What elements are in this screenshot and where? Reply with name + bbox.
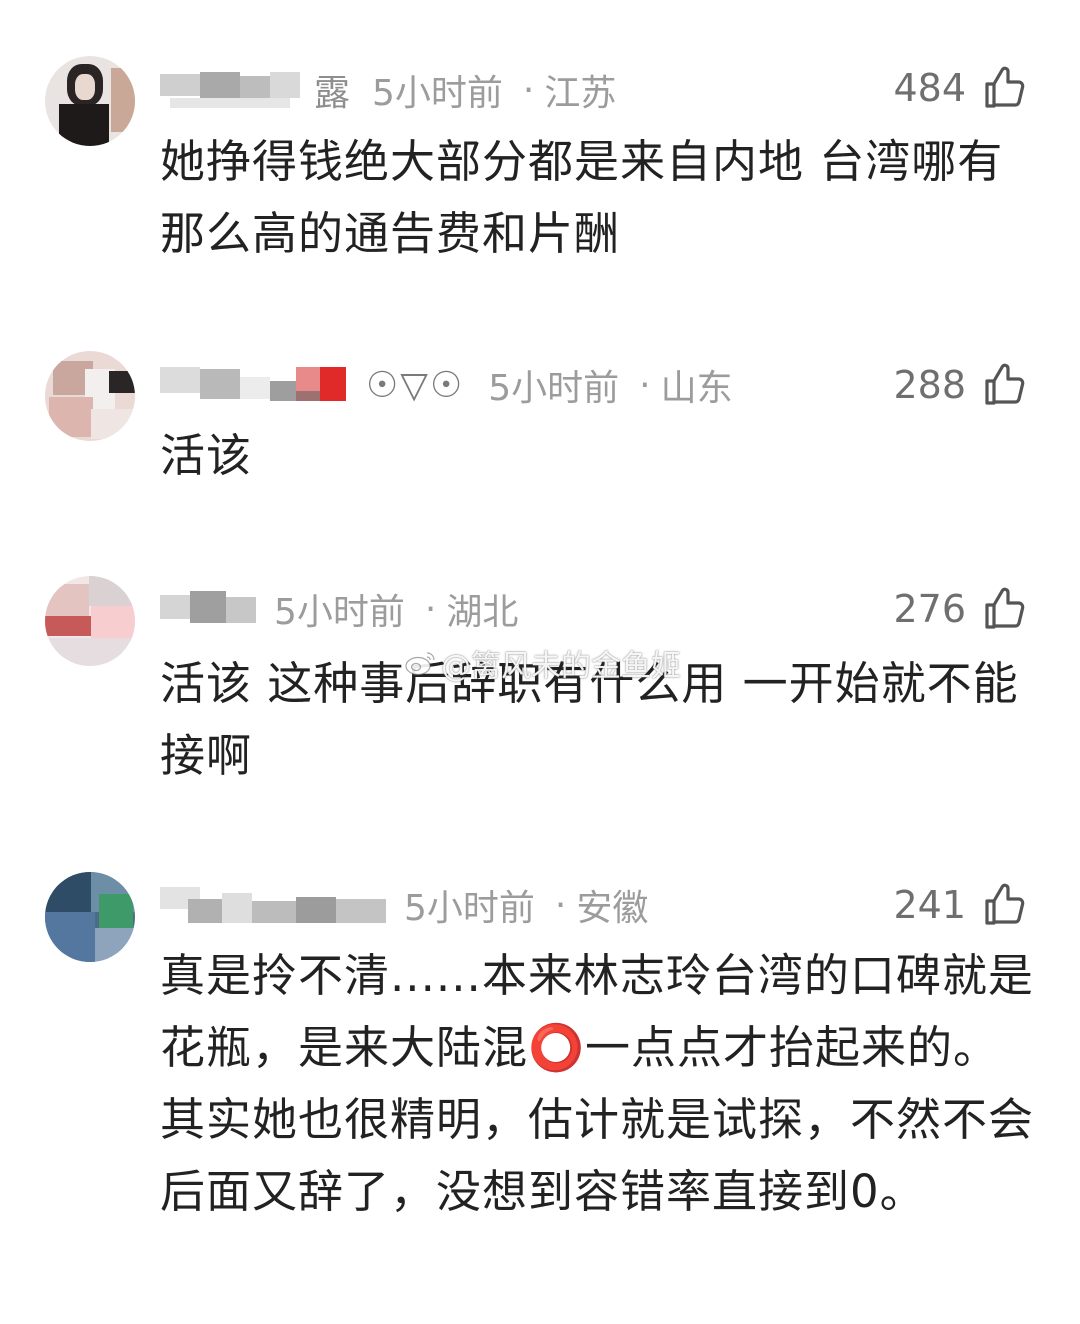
avatar[interactable] [45, 872, 135, 962]
username-blurred[interactable] [160, 887, 390, 923]
like-button[interactable]: 241 [893, 880, 1028, 930]
like-count: 241 [893, 883, 966, 927]
watermark: @篱风未的金鱼姬 [403, 641, 681, 685]
watermark-text: @篱风未的金鱼姬 [441, 649, 681, 684]
weibo-logo-icon [405, 652, 435, 676]
separator-dot: · [554, 884, 567, 926]
comment-location: 安徽 [576, 888, 649, 929]
comment-meta: 5小时前 · 安徽 [160, 880, 648, 930]
thumbs-up-icon[interactable] [980, 881, 1028, 929]
comment-time: 5小时前 [404, 888, 535, 929]
comment-text: 真是拎不清......本来林志玲台湾的口碑就是花瓶，是来大陆混⭕️一点点才抬起来… [160, 949, 1035, 1218]
